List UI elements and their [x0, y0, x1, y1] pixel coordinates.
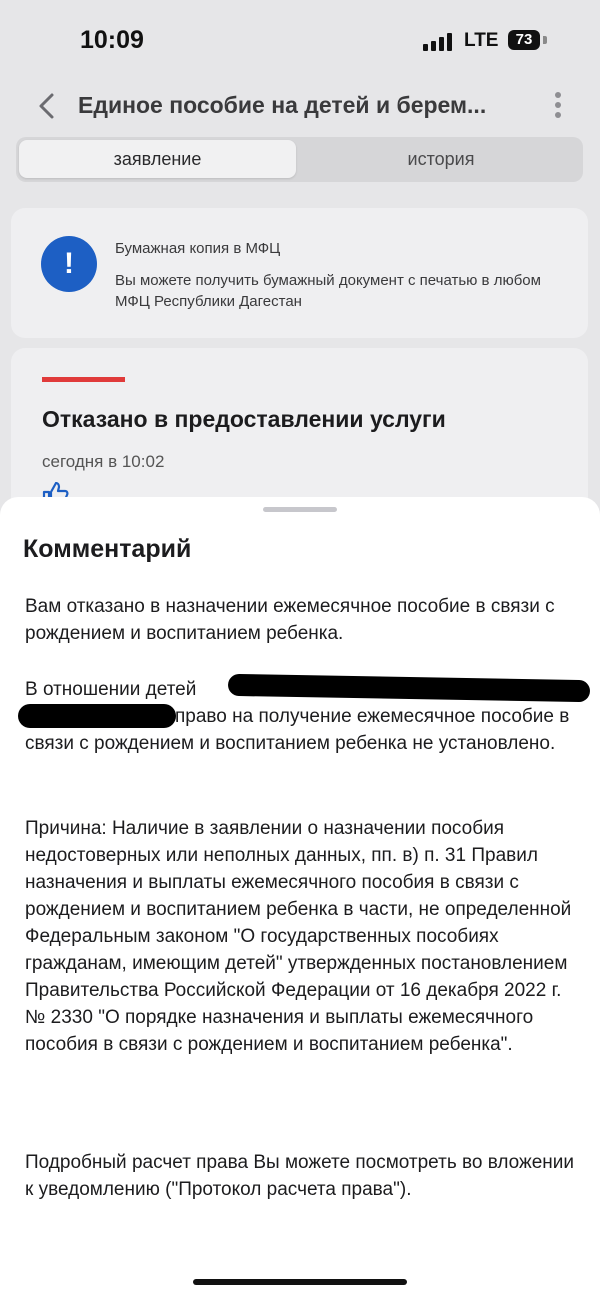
- tab-bar: заявление история: [16, 137, 583, 182]
- status-indicator-line: [42, 377, 125, 382]
- status-title: Отказано в предоставлении услуги: [42, 406, 446, 432]
- page-title: Единое пособие на детей и берем...: [78, 92, 487, 118]
- status-time: 10:09: [80, 26, 144, 54]
- redaction-mark: [18, 704, 176, 728]
- comment-paragraph-4: Подробный расчет права Вы можете посмотр…: [25, 1152, 575, 1200]
- tab-application[interactable]: заявление: [19, 140, 296, 178]
- sheet-drag-handle[interactable]: [263, 507, 337, 512]
- status-timestamp: сегодня в 10:02: [42, 452, 165, 471]
- back-icon[interactable]: [34, 92, 60, 120]
- tab-history[interactable]: история: [302, 140, 580, 178]
- home-indicator[interactable]: [193, 1279, 407, 1285]
- sheet-title: Комментарий: [23, 535, 192, 563]
- battery-icon: 73: [508, 30, 540, 50]
- info-card[interactable]: ! Бумажная копия в МФЦ Вы можете получит…: [11, 208, 588, 338]
- comment-paragraph-3: Причина: Наличие в заявлении о назначени…: [25, 818, 572, 1055]
- exclamation-icon: !: [41, 236, 97, 292]
- signal-icon: [423, 33, 455, 51]
- more-options-icon[interactable]: [548, 92, 568, 122]
- network-label: LTE: [464, 30, 499, 51]
- status-bar: 10:09 LTE 73: [0, 0, 600, 80]
- comment-sheet: Комментарий Вам отказано в назначении еж…: [0, 497, 600, 1300]
- header: Единое пособие на детей и берем...: [0, 80, 600, 132]
- info-card-title: Бумажная копия в МФЦ: [115, 240, 281, 257]
- battery-cap: [543, 36, 547, 44]
- comment-paragraph-1: Вам отказано в назначении ежемесячное по…: [25, 596, 555, 644]
- info-card-text: Вы можете получить бумажный документ с п…: [115, 272, 541, 310]
- comment-paragraph-2-start: В отношении детей: [25, 679, 197, 700]
